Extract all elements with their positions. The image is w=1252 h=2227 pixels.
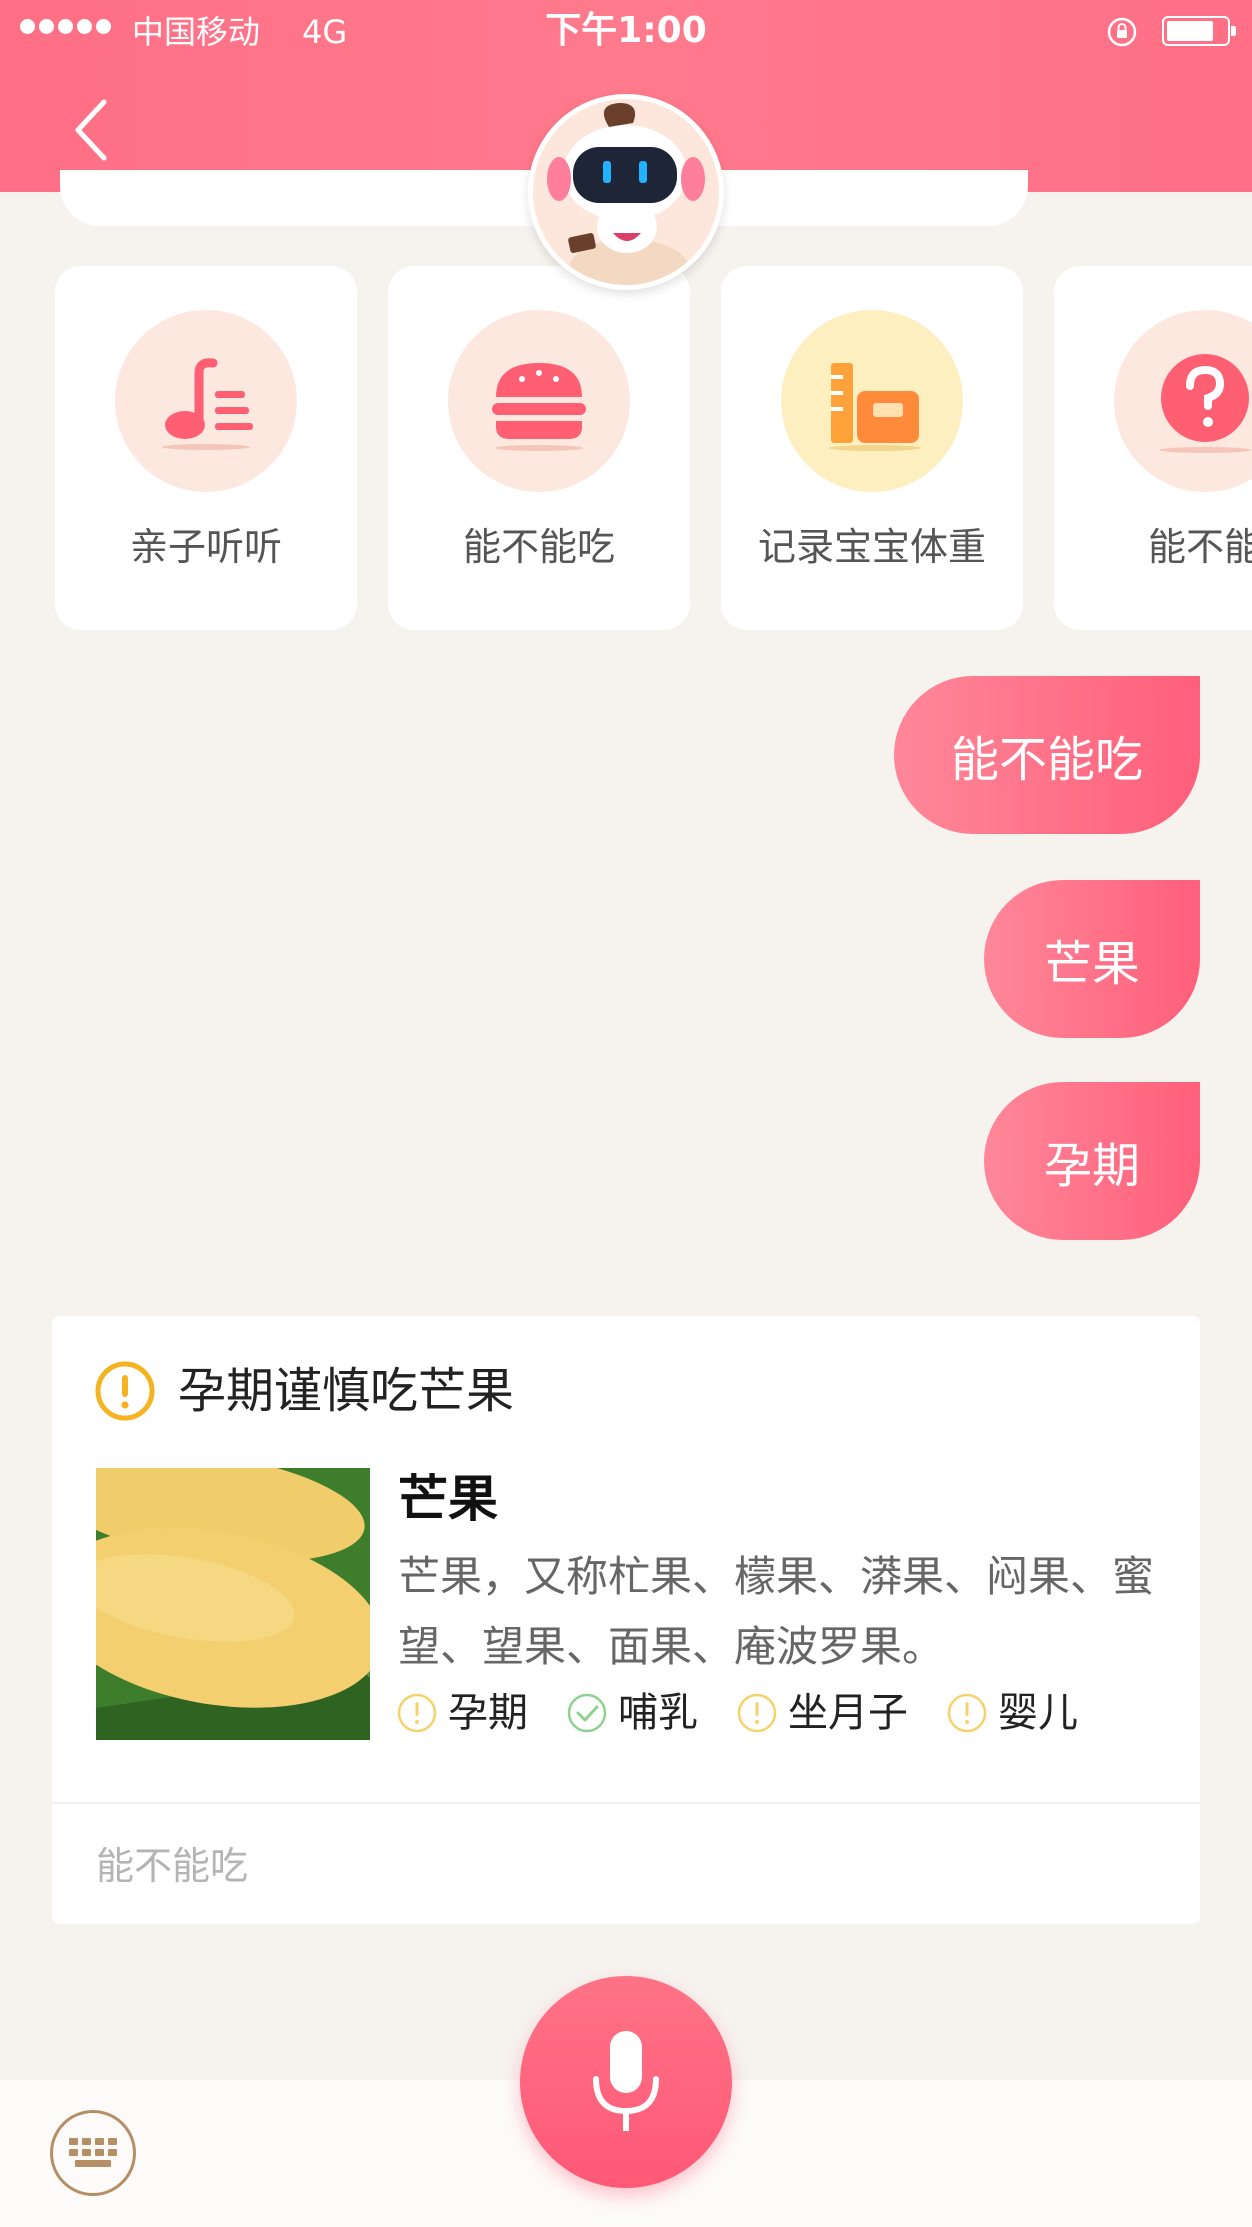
check-icon (567, 1693, 607, 1733)
quick-action-label: 记录宝宝体重 (757, 525, 986, 569)
tag-infant: 婴儿 (946, 1686, 1078, 1740)
quick-action-can-eat[interactable]: 能不能吃 (388, 266, 690, 630)
quick-action-icon-bg (1114, 310, 1252, 492)
caution-icon (737, 1693, 777, 1733)
caution-icon (947, 1693, 987, 1733)
back-button[interactable] (60, 90, 120, 170)
quick-action-icon-bg (781, 310, 963, 492)
status-bar: 中国移动 4G 下午1:00 (0, 0, 1252, 64)
quick-action-parent-listen[interactable]: 亲子听听 (55, 266, 357, 630)
keyboard-icon (69, 2138, 117, 2167)
quick-action-label: 能不能 (1147, 525, 1252, 569)
rotation-lock-icon (1107, 17, 1137, 47)
quick-action-icon-bg (448, 310, 630, 492)
food-name: 芒果 (398, 1470, 498, 1528)
music-note-icon (162, 358, 253, 450)
tag-pregnancy: 孕期 (396, 1686, 528, 1740)
user-message-bubble: 孕期 (984, 1082, 1200, 1240)
quick-action-row: 亲子听听 能不能吃 记录宝宝体重 能不能 (0, 266, 1252, 630)
suitability-tags: 孕期 哺乳 坐月子 婴儿 (396, 1686, 1116, 1740)
quick-action-label: 能不能吃 (462, 525, 615, 569)
user-message-bubble: 芒果 (984, 880, 1200, 1038)
robot-avatar (528, 94, 724, 290)
mango-image (96, 1468, 370, 1740)
robot-icon (547, 103, 705, 285)
question-icon (1159, 354, 1251, 453)
tag-label: 坐月子 (788, 1690, 908, 1736)
answer-card[interactable]: 孕期谨慎吃芒果 芒果 芒果，又称杧果、檬果、漭果、闷果、蜜望、望果、面果、庵波罗… (52, 1316, 1200, 1924)
warning-icon (95, 1361, 155, 1421)
quick-action-icon-bg (115, 310, 297, 492)
scale-icon (829, 363, 921, 451)
food-description: 芒果，又称杧果、檬果、漭果、闷果、蜜望、望果、面果、庵波罗果。 (398, 1552, 1155, 1671)
status-time: 下午1:00 (545, 10, 707, 51)
card-source-link[interactable]: 能不能吃 (96, 1840, 248, 1892)
quick-action-label: 亲子听听 (129, 525, 282, 569)
caution-icon (397, 1693, 437, 1733)
voice-input-button[interactable] (520, 1976, 732, 2188)
tag-label: 哺乳 (618, 1690, 698, 1736)
user-message-bubble: 能不能吃 (894, 676, 1200, 834)
battery-icon (1162, 16, 1236, 46)
tag-postpartum: 坐月子 (736, 1686, 908, 1740)
tag-breastfeeding: 哺乳 (566, 1686, 698, 1740)
microphone-icon (593, 2031, 659, 2131)
quick-action-can-do[interactable]: 能不能 (1054, 266, 1252, 630)
divider (52, 1802, 1200, 1804)
burger-icon (492, 363, 586, 451)
tag-label: 孕期 (448, 1690, 528, 1736)
quick-action-record-weight[interactable]: 记录宝宝体重 (721, 266, 1023, 630)
tag-label: 婴儿 (998, 1690, 1078, 1736)
keyboard-toggle-button[interactable] (50, 2110, 136, 2196)
answer-title: 孕期谨慎吃芒果 (178, 1363, 515, 1419)
